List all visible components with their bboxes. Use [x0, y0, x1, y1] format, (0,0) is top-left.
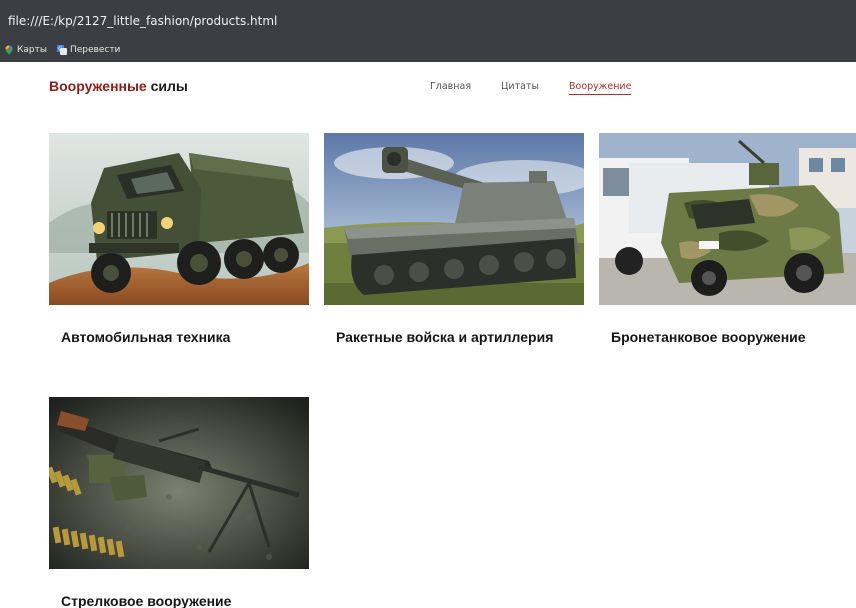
product-card-artillery[interactable]: Ракетные войска и артиллерия — [324, 133, 584, 348]
translate-icon: G — [56, 45, 67, 55]
browser-toolbar: file:///E:/kp/2127_little_fashion/produc… — [0, 0, 856, 62]
main-nav: Главная Цитаты Вооружение — [430, 81, 632, 95]
address-bar[interactable]: file:///E:/kp/2127_little_fashion/produc… — [8, 14, 277, 28]
svg-text:G: G — [58, 47, 62, 53]
bookmarks-bar: Карты G Перевести — [4, 40, 120, 60]
site-logo[interactable]: Вооруженные силы — [49, 78, 188, 94]
military-truck-photo — [49, 133, 309, 305]
machine-gun-photo — [49, 397, 309, 569]
bookmark-label: Перевести — [69, 45, 121, 55]
product-card-armored[interactable]: Бронетанковое вооружение — [599, 133, 856, 348]
nav-item-quotes[interactable]: Цитаты — [501, 81, 539, 95]
product-title: Автомобильная техника — [61, 329, 231, 345]
armored-vehicle-photo — [599, 133, 856, 305]
site-header: Вооруженные силы Главная Цитаты Вооружен… — [0, 62, 856, 112]
self-propelled-howitzer-photo — [324, 133, 584, 305]
logo-accent-text: Вооруженные — [49, 78, 147, 94]
bookmark-maps[interactable]: Карты — [4, 45, 47, 55]
bookmark-translate[interactable]: G Перевести — [56, 45, 121, 55]
product-title: Бронетанковое вооружение — [611, 329, 806, 345]
product-card-small-arms[interactable]: Стрелковое вооружение — [49, 397, 309, 608]
maps-icon — [5, 45, 13, 55]
product-card-automotive[interactable]: Автомобильная техника — [49, 133, 309, 348]
logo-text: силы — [146, 78, 188, 94]
product-title: Стрелковое вооружение — [61, 593, 232, 608]
bookmark-label: Карты — [17, 45, 47, 55]
nav-item-weapons[interactable]: Вооружение — [569, 81, 632, 95]
product-title: Ракетные войска и артиллерия — [336, 329, 554, 345]
nav-item-home[interactable]: Главная — [430, 81, 471, 95]
